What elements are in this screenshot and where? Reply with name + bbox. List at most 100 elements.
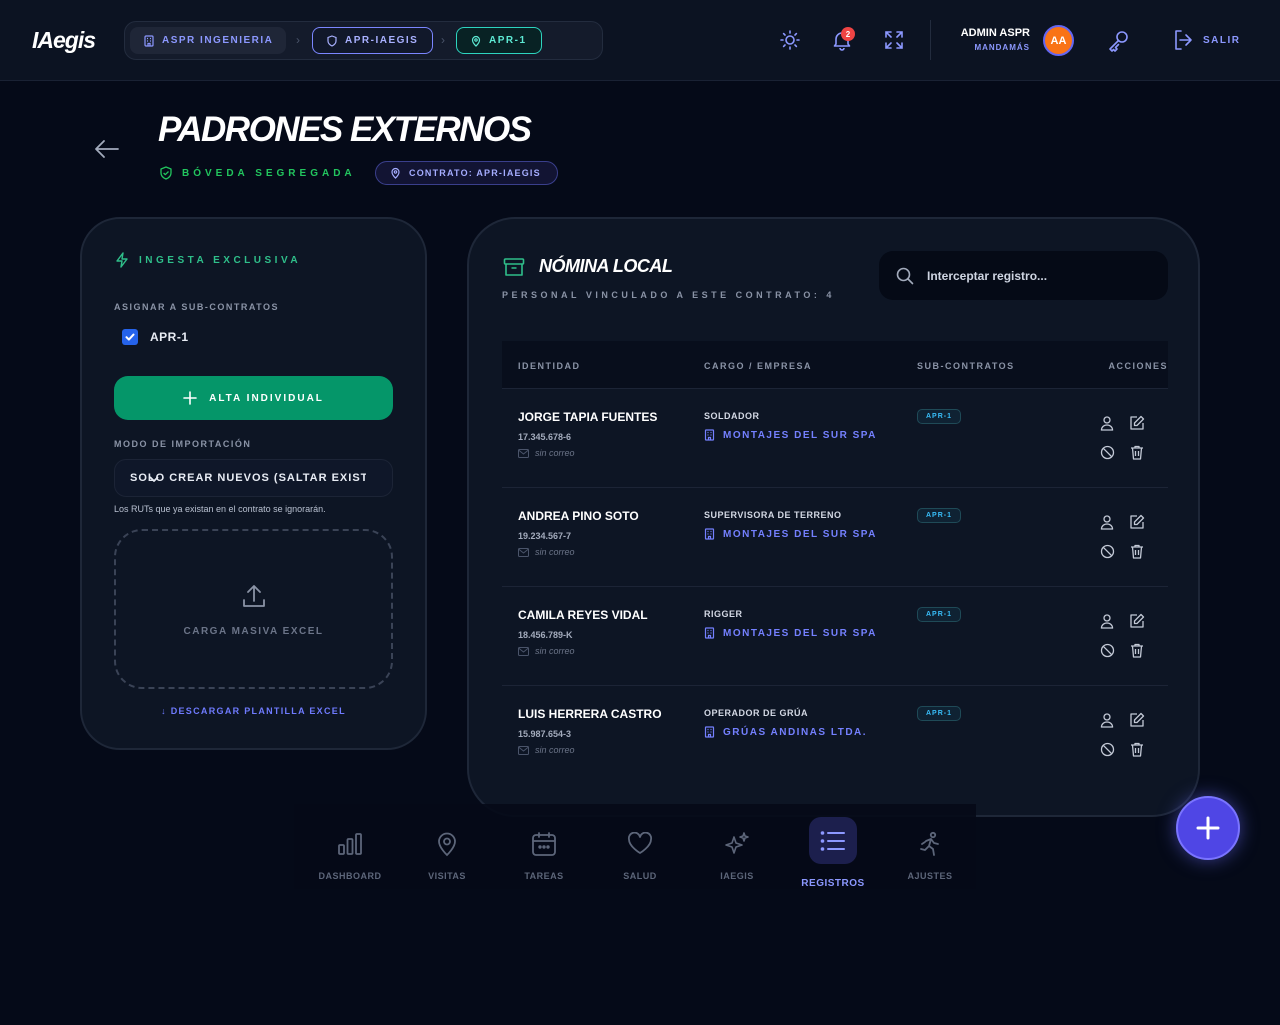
bottom-nav: DASHBOARD VISITAS TAREAS SALUD IAEGIS RE… bbox=[294, 804, 976, 889]
sparkles-icon bbox=[724, 831, 750, 857]
person-rut: 15.987.654-3 bbox=[518, 729, 572, 739]
avatar[interactable]: AA bbox=[1043, 25, 1074, 56]
col-subcontracts: SUB-CONTRATOS bbox=[917, 361, 1015, 371]
vault-text: BÓVEDA SEGREGADA bbox=[182, 167, 356, 179]
dropzone-label: CARGA MASIVA EXCEL bbox=[183, 625, 324, 637]
table-row: LUIS HERRERA CASTRO 15.987.654-3 sin cor… bbox=[502, 686, 1168, 785]
user-profile-icon[interactable] bbox=[1100, 712, 1114, 728]
fullscreen-icon[interactable] bbox=[883, 29, 905, 51]
download-template-link[interactable]: ↓ DESCARGAR PLANTILLA EXCEL bbox=[82, 706, 425, 716]
user-name: ADMIN ASPR bbox=[960, 27, 1030, 39]
subcontract-option[interactable]: APR-1 bbox=[122, 329, 189, 345]
building-icon bbox=[704, 429, 715, 441]
block-icon[interactable] bbox=[1100, 445, 1115, 460]
excel-dropzone[interactable]: CARGA MASIVA EXCEL bbox=[114, 529, 393, 689]
trash-icon[interactable] bbox=[1130, 544, 1144, 559]
chevron-right-icon: › bbox=[296, 33, 300, 47]
person-company: MONTAJES DEL SUR SPA bbox=[704, 528, 877, 540]
nav-item-salud[interactable]: SALUD bbox=[592, 804, 688, 889]
nav-item-dashboard[interactable]: DASHBOARD bbox=[302, 804, 398, 889]
person-name: JORGE TAPIA FUENTES bbox=[518, 410, 658, 424]
breadcrumb-contract[interactable]: APR-IAEGIS bbox=[312, 27, 433, 54]
upload-icon bbox=[240, 582, 268, 610]
app-logo[interactable]: IAegis bbox=[32, 27, 96, 54]
edit-icon[interactable] bbox=[1129, 712, 1145, 728]
breadcrumb-contract-label: APR-IAEGIS bbox=[345, 35, 419, 46]
building-icon bbox=[704, 627, 715, 639]
table-row: CAMILA REYES VIDAL 18.456.789-K sin corr… bbox=[502, 587, 1168, 686]
map-pin-icon bbox=[470, 35, 482, 47]
subcontract-badge: APR-1 bbox=[917, 508, 962, 523]
map-pin-icon bbox=[390, 167, 401, 179]
user-profile-icon[interactable] bbox=[1100, 514, 1114, 530]
nav-label: REGISTROS bbox=[801, 878, 865, 889]
logout-icon[interactable] bbox=[1172, 28, 1194, 52]
search-box[interactable] bbox=[879, 251, 1168, 300]
nav-label: VISITAS bbox=[428, 871, 466, 881]
trash-icon[interactable] bbox=[1130, 445, 1144, 460]
chevron-down-icon bbox=[148, 473, 384, 485]
block-icon[interactable] bbox=[1100, 544, 1115, 559]
add-individual-button[interactable]: ALTA INDIVIDUAL bbox=[114, 376, 393, 420]
key-icon[interactable] bbox=[1107, 29, 1131, 53]
person-role: SOLDADOR bbox=[704, 411, 760, 421]
person-name: ANDREA PINO SOTO bbox=[518, 509, 639, 523]
add-individual-label: ALTA INDIVIDUAL bbox=[209, 392, 324, 404]
ingest-title: INGESTA EXCLUSIVA bbox=[139, 254, 302, 266]
user-profile-icon[interactable] bbox=[1100, 415, 1114, 431]
topbar-divider bbox=[930, 20, 931, 60]
block-icon[interactable] bbox=[1100, 643, 1115, 658]
subcontract-option-label: APR-1 bbox=[150, 330, 189, 344]
edit-icon[interactable] bbox=[1129, 514, 1145, 530]
edit-icon[interactable] bbox=[1129, 613, 1145, 629]
person-name: LUIS HERRERA CASTRO bbox=[518, 707, 662, 721]
top-bar: IAegis ASPR INGENIERIA › APR-IAEGIS › AP… bbox=[0, 0, 1280, 81]
subcontract-badge: APR-1 bbox=[917, 607, 962, 622]
breadcrumb-subcontract[interactable]: APR-1 bbox=[456, 27, 542, 54]
edit-icon[interactable] bbox=[1129, 415, 1145, 431]
person-email: sin correo bbox=[518, 547, 575, 557]
search-input[interactable] bbox=[927, 268, 1157, 283]
mail-icon bbox=[518, 448, 529, 458]
plus-icon bbox=[1195, 815, 1221, 841]
breadcrumb: ASPR INGENIERIA › APR-IAEGIS › APR-1 bbox=[124, 21, 603, 60]
nav-item-registros[interactable]: REGISTROS bbox=[785, 804, 881, 889]
subcontract-badge: APR-1 bbox=[917, 409, 962, 424]
shield-icon bbox=[326, 34, 338, 47]
nav-item-ajustes[interactable]: AJUSTES bbox=[882, 804, 978, 889]
col-role-company: CARGO / EMPRESA bbox=[704, 361, 813, 371]
nav-item-tareas[interactable]: TAREAS bbox=[496, 804, 592, 889]
shield-check-icon bbox=[159, 166, 173, 180]
add-fab-button[interactable] bbox=[1176, 796, 1240, 860]
archive-icon bbox=[503, 257, 525, 277]
contract-chip-label: CONTRATO: APR-IAEGIS bbox=[409, 168, 541, 178]
trash-icon[interactable] bbox=[1130, 643, 1144, 658]
building-icon bbox=[704, 726, 715, 738]
user-role: MANDAMÁS bbox=[974, 43, 1030, 52]
ingest-panel: INGESTA EXCLUSIVA ASIGNAR A SUB-CONTRATO… bbox=[80, 217, 427, 750]
contract-chip: CONTRATO: APR-IAEGIS bbox=[375, 161, 558, 185]
block-icon[interactable] bbox=[1100, 742, 1115, 757]
trash-icon[interactable] bbox=[1130, 742, 1144, 757]
nav-item-iaegis[interactable]: IAEGIS bbox=[689, 804, 785, 889]
person-email: sin correo bbox=[518, 448, 575, 458]
heart-icon bbox=[627, 831, 653, 857]
person-email: sin correo bbox=[518, 745, 575, 755]
back-arrow-icon[interactable] bbox=[93, 137, 121, 161]
logout-button[interactable]: SALIR bbox=[1203, 35, 1241, 46]
nav-label: AJUSTES bbox=[907, 871, 953, 881]
import-mode-select[interactable]: SOLO CREAR NUEVOS (SALTAR EXISTENTES) bbox=[114, 459, 393, 497]
user-profile-icon[interactable] bbox=[1100, 613, 1114, 629]
sun-icon[interactable] bbox=[779, 29, 801, 51]
vault-label: BÓVEDA SEGREGADA bbox=[159, 166, 356, 180]
subcontract-checkbox[interactable] bbox=[122, 329, 138, 345]
person-role: OPERADOR DE GRÚA bbox=[704, 708, 809, 718]
nav-item-visitas[interactable]: VISITAS bbox=[399, 804, 495, 889]
breadcrumb-subcontract-label: APR-1 bbox=[489, 35, 527, 46]
map-pin-icon bbox=[436, 831, 458, 857]
person-email-text: sin correo bbox=[535, 448, 575, 458]
breadcrumb-company[interactable]: ASPR INGENIERIA bbox=[130, 27, 286, 54]
table-header: IDENTIDAD CARGO / EMPRESA SUB-CONTRATOS … bbox=[502, 341, 1168, 389]
col-identity: IDENTIDAD bbox=[518, 361, 581, 371]
mail-icon bbox=[518, 646, 529, 656]
